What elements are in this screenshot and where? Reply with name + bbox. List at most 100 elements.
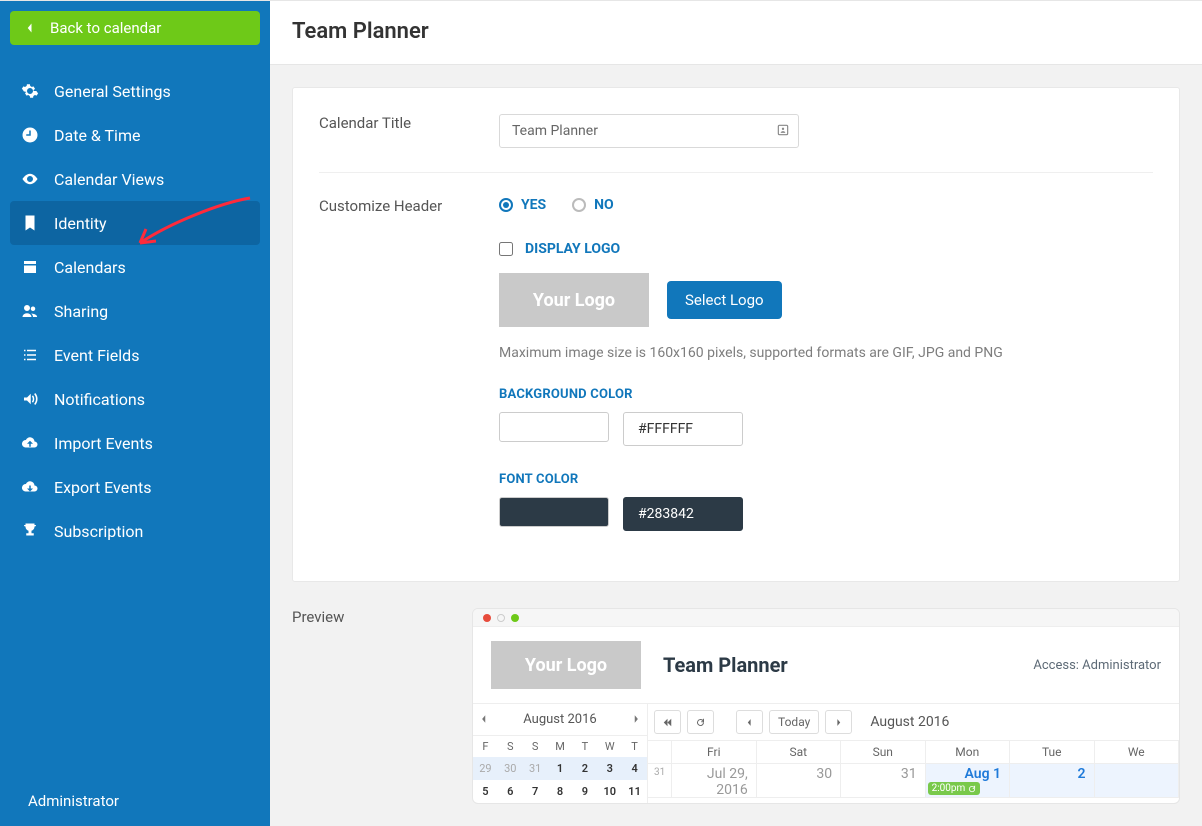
preview-access: Access: Administrator — [1033, 658, 1161, 673]
mini-day-header: T — [622, 736, 647, 757]
week-day-header: Tue — [1010, 741, 1095, 764]
week-day-header: We — [1095, 741, 1180, 764]
next-week-button[interactable] — [825, 710, 852, 734]
sidebar-item-notifications[interactable]: Notifications — [0, 377, 270, 421]
radio-on-icon — [499, 198, 513, 212]
radio-off-icon — [572, 198, 586, 212]
sidebar-item-general-settings[interactable]: General Settings — [0, 69, 270, 113]
bookmark-icon — [20, 213, 40, 233]
bg-color-swatch[interactable] — [499, 412, 609, 442]
mini-day-cell[interactable]: 2 — [572, 757, 597, 780]
mini-day-cell[interactable]: 3 — [597, 757, 622, 780]
prev-week-button[interactable] — [736, 710, 763, 734]
sidebar-item-label: Event Fields — [54, 346, 139, 365]
customize-header-yes-radio[interactable]: YES — [499, 197, 546, 213]
display-logo-checkbox[interactable] — [499, 242, 513, 256]
sidebar-item-sharing[interactable]: Sharing — [0, 289, 270, 333]
day-cell[interactable]: Aug 1 2:00pm — [926, 764, 1010, 798]
mini-day-header: S — [523, 736, 548, 757]
list-icon — [20, 345, 40, 365]
select-logo-button[interactable]: Select Logo — [667, 281, 782, 319]
event-chip[interactable]: 2:00pm — [928, 782, 981, 795]
sidebar-item-identity[interactable]: Identity — [10, 201, 260, 245]
radio-label: NO — [594, 197, 614, 213]
day-cell[interactable]: Jul 29, 2016 — [672, 764, 756, 798]
first-page-button[interactable] — [654, 710, 681, 734]
chevron-left-icon — [24, 22, 36, 34]
sidebar-item-import-events[interactable]: Import Events — [0, 421, 270, 465]
week-number-cell: 31 — [648, 764, 672, 798]
sidebar-item-calendar-views[interactable]: Calendar Views — [0, 157, 270, 201]
bg-color-label: BACKGROUND COLOR — [499, 387, 1153, 402]
eye-icon — [20, 169, 40, 189]
day-cell[interactable]: 2 — [1010, 764, 1094, 798]
main: Team Planner Calendar Title Customize He… — [270, 1, 1202, 826]
radio-label: YES — [521, 197, 546, 213]
calendar-title-input[interactable] — [499, 114, 799, 148]
mini-month-label: August 2016 — [523, 712, 596, 727]
mini-day-header: W — [597, 736, 622, 757]
settings-card: Calendar Title Customize Header YES NO — [292, 87, 1180, 582]
week-day-header: Sun — [841, 741, 926, 764]
week-day-header: Fri — [672, 741, 757, 764]
today-button[interactable]: Today — [769, 710, 819, 734]
refresh-button[interactable] — [687, 710, 714, 734]
mini-day-cell[interactable]: 11 — [622, 780, 647, 803]
font-color-label: FONT COLOR — [499, 472, 1153, 487]
calendar-title-label: Calendar Title — [319, 114, 499, 132]
bg-color-hex[interactable]: #FFFFFF — [623, 412, 743, 446]
sidebar-item-export-events[interactable]: Export Events — [0, 465, 270, 509]
week-view: Today August 2016 FriSatSunMonTueWe 31 J… — [648, 704, 1179, 803]
sidebar-item-date-time[interactable]: Date & Time — [0, 113, 270, 157]
day-cell[interactable]: 30 — [757, 764, 841, 798]
mini-day-cell[interactable]: 1 — [548, 757, 573, 780]
mini-day-cell[interactable]: 5 — [473, 780, 498, 803]
preview-window: Your Logo Team Planner Access: Administr… — [472, 608, 1180, 804]
mini-day-cell[interactable]: 29 — [473, 757, 498, 780]
display-logo-label: DISPLAY LOGO — [525, 241, 620, 257]
sidebar-item-label: Calendars — [54, 258, 126, 277]
sidebar-item-subscription[interactable]: Subscription — [0, 509, 270, 553]
mini-day-cell[interactable]: 8 — [548, 780, 573, 803]
week-day-header: Mon — [926, 741, 1011, 764]
cloud-upload-icon — [20, 433, 40, 453]
font-color-swatch[interactable] — [499, 497, 609, 527]
sidebar-item-label: Subscription — [54, 522, 143, 541]
mini-prev-button[interactable] — [479, 712, 489, 728]
contact-card-icon — [776, 123, 790, 137]
week-month-label: August 2016 — [870, 714, 949, 730]
sidebar-item-label: Identity — [54, 214, 107, 233]
window-min-dot — [497, 614, 505, 622]
sidebar-item-event-fields[interactable]: Event Fields — [0, 333, 270, 377]
back-label: Back to calendar — [50, 19, 161, 37]
mini-day-cell[interactable]: 4 — [622, 757, 647, 780]
gear-icon — [20, 81, 40, 101]
mini-day-cell[interactable]: 31 — [523, 757, 548, 780]
mini-day-cell[interactable]: 30 — [498, 757, 523, 780]
mini-day-cell[interactable]: 6 — [498, 780, 523, 803]
mini-day-cell[interactable]: 9 — [572, 780, 597, 803]
sidebar-item-label: General Settings — [54, 82, 171, 101]
day-cell[interactable]: 31 — [841, 764, 925, 798]
mini-day-cell[interactable]: 10 — [597, 780, 622, 803]
mini-day-header: S — [498, 736, 523, 757]
day-cell[interactable] — [1095, 764, 1179, 798]
sidebar-item-label: Calendar Views — [54, 170, 164, 189]
back-to-calendar-button[interactable]: Back to calendar — [10, 11, 260, 45]
sidebar-item-label: Export Events — [54, 478, 152, 497]
trophy-icon — [20, 521, 40, 541]
calendar-icon — [20, 257, 40, 277]
users-icon — [20, 301, 40, 321]
sidebar-item-calendars[interactable]: Calendars — [0, 245, 270, 289]
repeat-icon — [968, 785, 976, 793]
customize-header-no-radio[interactable]: NO — [572, 197, 614, 213]
sidebar-item-label: Date & Time — [54, 126, 140, 145]
week-day-header: Sat — [757, 741, 842, 764]
mini-next-button[interactable] — [631, 712, 641, 728]
mini-day-cell[interactable]: 7 — [523, 780, 548, 803]
sidebar-footer[interactable]: Administrator — [0, 776, 270, 826]
sidebar-item-label: Sharing — [54, 302, 108, 321]
mini-day-header: M — [548, 736, 573, 757]
font-color-hex[interactable]: #283842 — [623, 497, 743, 531]
mini-day-header: T — [572, 736, 597, 757]
